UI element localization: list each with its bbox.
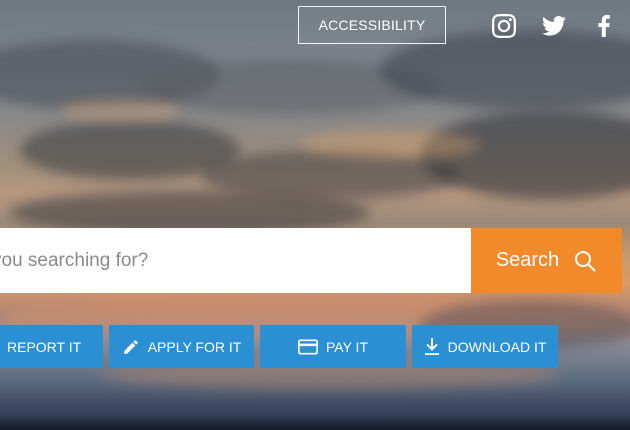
search-field-container — [0, 228, 471, 293]
apply-for-it-button[interactable]: APPLY FOR IT — [109, 325, 254, 368]
search-button-label: Search — [495, 249, 560, 271]
apply-for-it-label: APPLY FOR IT — [147, 338, 242, 355]
pencil-icon — [123, 339, 138, 354]
download-it-label: DOWNLOAD IT — [447, 338, 547, 355]
pay-it-label: PAY IT — [325, 338, 368, 355]
horizon-silhouette — [0, 416, 630, 430]
search-icon — [575, 250, 596, 272]
twitter-icon[interactable] — [540, 10, 568, 42]
cloud-glow — [300, 130, 480, 160]
facebook-icon[interactable] — [594, 10, 614, 42]
instagram-icon[interactable] — [490, 10, 518, 42]
download-icon — [424, 337, 439, 355]
report-it-label: REPORT IT — [7, 338, 82, 355]
credit-card-icon — [297, 339, 318, 354]
report-it-button[interactable]: REPORT IT — [0, 325, 103, 368]
search-input[interactable] — [0, 228, 471, 293]
download-it-button[interactable]: DOWNLOAD IT — [412, 325, 558, 368]
accessibility-button[interactable]: ACCESSIBILITY — [298, 6, 446, 44]
cloud-glow — [60, 100, 180, 122]
search-button[interactable]: Search — [471, 228, 622, 293]
pay-it-button[interactable]: PAY IT — [260, 325, 406, 368]
